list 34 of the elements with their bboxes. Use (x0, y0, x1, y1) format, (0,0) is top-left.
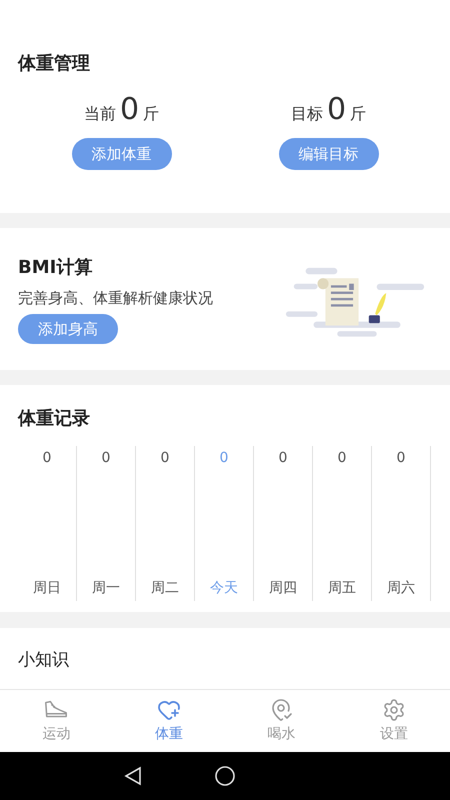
day-value: 0 (278, 449, 288, 468)
stat-unit: 斤 (143, 103, 160, 125)
action-button[interactable]: 编辑目标 (278, 138, 378, 170)
tab-bar-item[interactable]: 设置 (338, 690, 450, 752)
section-title: 小知识 (18, 649, 70, 672)
stat-value: 0 (120, 95, 140, 125)
section-title: BMI计算 (18, 256, 94, 280)
stat-label: 当前 (84, 103, 116, 125)
day-value: 0 (396, 449, 406, 468)
day-value: 0 (42, 449, 52, 468)
day-value: 0 (338, 449, 346, 468)
tab-bar-item[interactable]: 体重 (112, 690, 225, 752)
stat-label: 目标 (290, 103, 323, 125)
back-icon[interactable] (122, 765, 144, 787)
day-value: 0 (160, 449, 170, 468)
day-value: 0 (220, 449, 228, 468)
day-label: 周五 (328, 579, 356, 598)
section-title: 体重管理 (18, 52, 91, 76)
section-title: 体重记录 (18, 407, 91, 431)
home-icon[interactable] (214, 765, 236, 787)
day-label: 周一 (92, 579, 120, 598)
day-label: 今天 (210, 579, 238, 598)
day-label: 周六 (387, 579, 415, 598)
bmi-description: 完善身高、体重解析健康状况 (18, 288, 214, 310)
day-value: 0 (102, 449, 110, 468)
day-label: 周日 (33, 579, 61, 598)
day-label: 周二 (151, 579, 179, 598)
tab-bar-item[interactable]: 运动 (0, 690, 112, 752)
stat-value: 0 (326, 95, 346, 125)
stat-unit: 斤 (350, 103, 366, 125)
add-height-button[interactable]: 添加身高 (18, 314, 118, 344)
action-button[interactable]: 添加体重 (72, 138, 172, 170)
day-label: 周四 (269, 579, 297, 598)
tab-bar-item[interactable]: 喝水 (225, 690, 338, 752)
